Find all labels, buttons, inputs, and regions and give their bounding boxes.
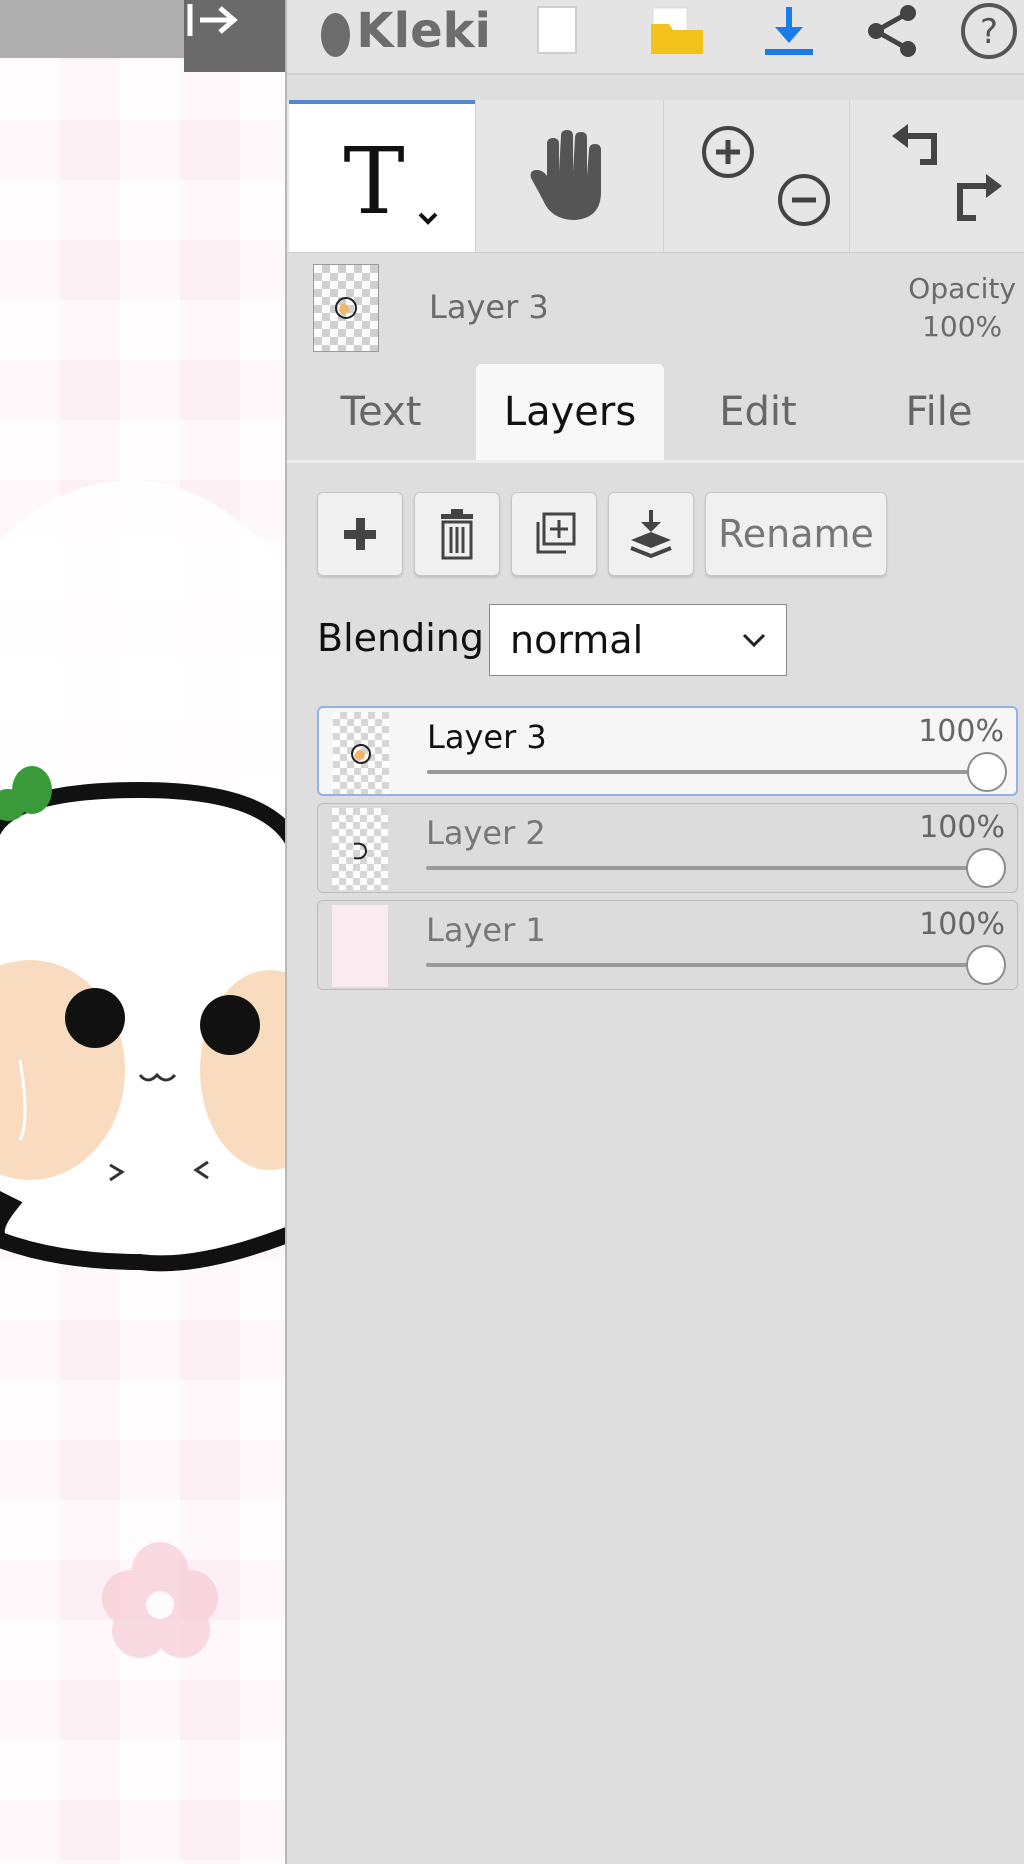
undo-redo-icon bbox=[891, 124, 1002, 221]
current-layer-name: Layer 3 bbox=[429, 288, 549, 326]
layer-opacity-label: 100% bbox=[918, 714, 1004, 749]
app-name: Kleki bbox=[356, 3, 491, 59]
layer-opacity-knob[interactable] bbox=[966, 848, 1006, 888]
opacity-label: Opacity bbox=[908, 272, 1016, 305]
layer-name: Layer 1 bbox=[426, 911, 546, 949]
help-button[interactable]: ? bbox=[952, 0, 1024, 62]
open-folder-icon bbox=[651, 7, 703, 54]
layer-opacity-label: 100% bbox=[919, 810, 1005, 845]
rename-layer-button[interactable]: Rename bbox=[705, 492, 887, 576]
tool-panel: Kleki ? T Layer 3 Opacity 100% Text Laye… bbox=[285, 0, 1024, 1864]
current-layer-opacity: Opacity 100% bbox=[908, 270, 1016, 346]
collapse-right-icon bbox=[187, 4, 238, 36]
layer-opacity-slider[interactable] bbox=[426, 963, 986, 967]
layer-thumbnail bbox=[333, 712, 389, 794]
blending-label: Blending bbox=[317, 616, 484, 660]
tab-text[interactable]: Text bbox=[287, 364, 475, 460]
merge-down-icon bbox=[630, 510, 672, 559]
undo-redo-buttons[interactable] bbox=[849, 100, 1024, 252]
download-button[interactable] bbox=[749, 0, 829, 62]
zoom-in-out-icon bbox=[702, 126, 830, 226]
layer-thumbnail bbox=[332, 905, 388, 987]
current-layer-info: Layer 3 Opacity 100% bbox=[287, 252, 1024, 362]
text-tool-button[interactable]: T bbox=[289, 100, 475, 252]
kleki-logo-icon bbox=[321, 13, 351, 57]
share-icon bbox=[868, 5, 916, 57]
layer-thumbnail bbox=[332, 808, 388, 890]
svg-text:?: ? bbox=[980, 12, 998, 52]
text-T-icon: T bbox=[343, 128, 438, 235]
layer-preview-icon bbox=[353, 842, 368, 860]
delete-layer-button[interactable] bbox=[414, 492, 500, 576]
layer-preview-icon bbox=[351, 744, 371, 764]
canvas-artwork bbox=[0, 480, 285, 1658]
layer-row-2[interactable]: Layer 2 100% bbox=[317, 803, 1018, 893]
layer-row-1[interactable]: Layer 1 100% bbox=[317, 900, 1018, 990]
layer-opacity-knob[interactable] bbox=[966, 945, 1006, 985]
trash-icon bbox=[441, 509, 473, 560]
blending-select[interactable]: normal bbox=[489, 604, 787, 676]
layer-name: Layer 2 bbox=[426, 814, 546, 852]
drawing-canvas[interactable] bbox=[0, 0, 285, 1864]
download-icon bbox=[765, 7, 813, 55]
zoom-buttons[interactable] bbox=[663, 100, 850, 252]
app-topbar: Kleki ? bbox=[287, 0, 1024, 75]
duplicate-layer-button[interactable] bbox=[511, 492, 597, 576]
hand-icon bbox=[530, 130, 601, 220]
app-logo[interactable]: Kleki bbox=[321, 0, 491, 62]
add-layer-button[interactable] bbox=[317, 492, 403, 576]
open-file-button[interactable] bbox=[637, 0, 717, 62]
layer-opacity-knob[interactable] bbox=[967, 752, 1007, 792]
tab-edit[interactable]: Edit bbox=[664, 364, 852, 460]
tool-selector: T bbox=[287, 100, 1024, 253]
layer-opacity-slider[interactable] bbox=[426, 866, 986, 870]
tab-layers[interactable]: Layers bbox=[476, 364, 664, 460]
hand-tool-button[interactable] bbox=[475, 100, 664, 252]
svg-text:T: T bbox=[343, 128, 404, 235]
new-file-icon bbox=[537, 6, 577, 54]
layer-opacity-slider[interactable] bbox=[427, 770, 987, 774]
panel-tabs: Text Layers Edit File bbox=[287, 364, 1024, 463]
layer-name: Layer 3 bbox=[427, 718, 547, 756]
layer-opacity-label: 100% bbox=[919, 907, 1005, 942]
layer-preview-icon bbox=[335, 297, 357, 319]
collapse-panel-button[interactable] bbox=[184, 0, 285, 72]
chevron-down-icon bbox=[742, 633, 766, 648]
new-file-button[interactable] bbox=[522, 0, 592, 62]
tab-file[interactable]: File bbox=[852, 364, 1024, 460]
current-layer-thumbnail bbox=[313, 264, 379, 352]
duplicate-icon bbox=[536, 512, 576, 554]
layer-row-3[interactable]: Layer 3 100% bbox=[317, 706, 1018, 796]
opacity-value: 100% bbox=[922, 310, 1003, 343]
share-button[interactable] bbox=[852, 0, 932, 62]
help-icon: ? bbox=[961, 3, 1017, 59]
merge-down-button[interactable] bbox=[608, 492, 694, 576]
blending-value: normal bbox=[510, 618, 644, 662]
plus-icon bbox=[344, 518, 376, 550]
